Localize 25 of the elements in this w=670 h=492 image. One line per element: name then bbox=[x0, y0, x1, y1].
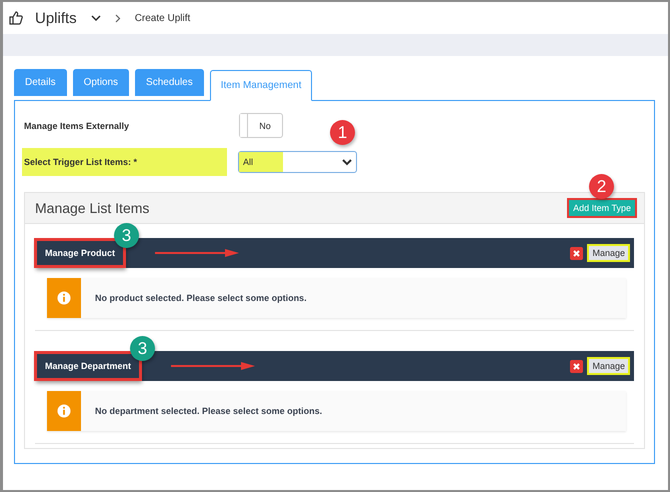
close-icon[interactable] bbox=[573, 362, 580, 370]
caret-icon bbox=[342, 158, 352, 166]
toggle-switch[interactable]: No bbox=[239, 113, 283, 138]
manage-button[interactable]: Manage bbox=[587, 357, 630, 375]
select-field[interactable]: All bbox=[238, 151, 357, 173]
chevron-right-icon bbox=[114, 14, 121, 22]
field-label: Select Trigger List Items: * bbox=[22, 148, 227, 176]
close-button[interactable] bbox=[570, 360, 584, 372]
callout-badge: 3 bbox=[130, 336, 156, 361]
manage-button[interactable]: Manage bbox=[587, 244, 630, 262]
chevron-down-icon[interactable] bbox=[90, 15, 101, 21]
breadcrumb-item: Create Uplift bbox=[134, 12, 190, 24]
field-label: Manage Items Externally bbox=[24, 120, 130, 130]
close-button[interactable] bbox=[570, 246, 584, 260]
callout-badge: 1 bbox=[330, 120, 355, 145]
callout-badge: 2 bbox=[589, 174, 614, 199]
arrow-icon bbox=[155, 248, 240, 258]
message-text: No product selected. Please select some options. bbox=[95, 293, 307, 303]
close-icon[interactable] bbox=[573, 250, 580, 256]
message-text: No department selected. Please select some options. bbox=[95, 406, 322, 416]
arrow-icon bbox=[171, 361, 256, 371]
callout-badge: 3 bbox=[114, 223, 140, 248]
page-title[interactable]: Uplifts bbox=[35, 10, 77, 26]
thumbs-up-icon bbox=[9, 11, 23, 25]
card-title: Manage List Items bbox=[35, 200, 150, 216]
